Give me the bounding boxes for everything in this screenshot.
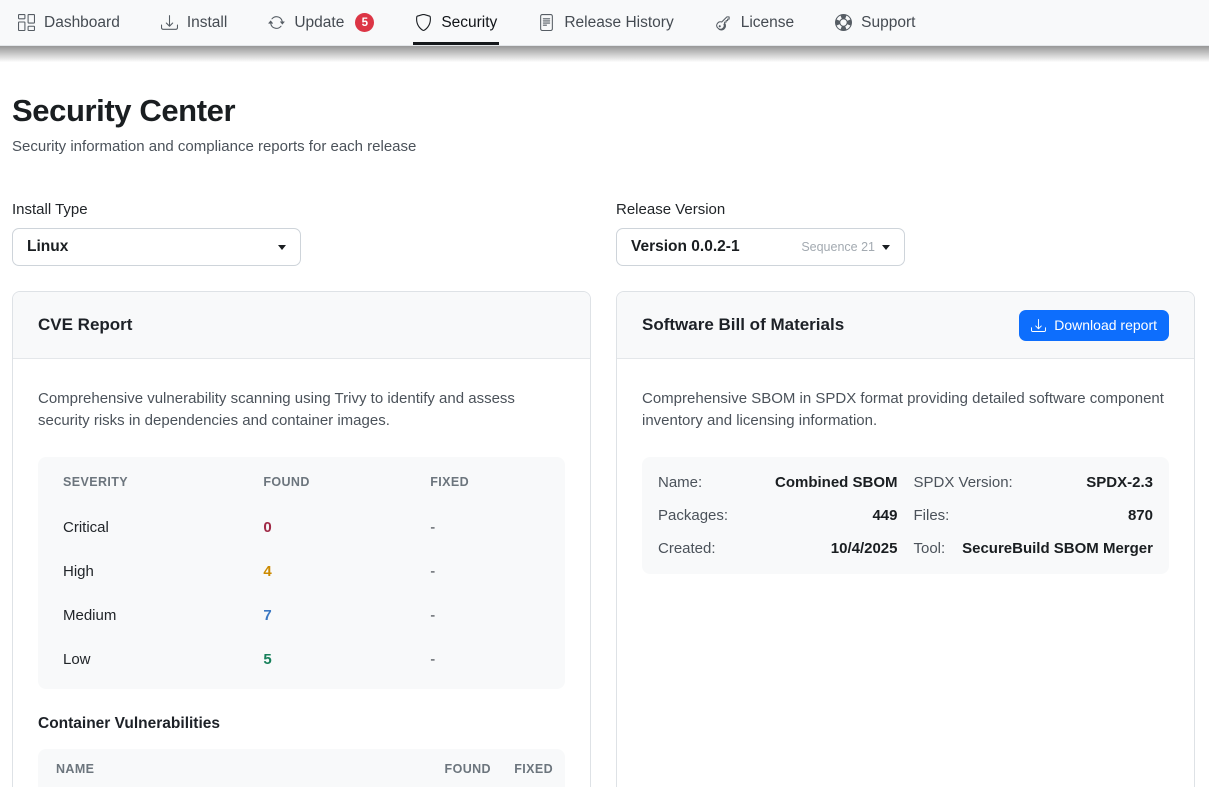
refresh-icon [268,14,285,31]
cve-report-card: CVE Report Comprehensive vulnerability s… [12,291,591,787]
severity-table: SEVERITY FOUND FIXED Critical 0 - High 4… [38,457,565,689]
grid-icon [18,14,35,31]
severity-table-header: SEVERITY FOUND FIXED [38,459,565,505]
nav-label: Security [441,14,497,32]
download-report-label: Download report [1054,317,1157,333]
chevron-down-icon [278,245,286,250]
sbom-field-tool: Tool: SecureBuild SBOM Merger [914,537,1154,560]
release-version-label: Release Version [616,201,1195,218]
install-type-label: Install Type [12,201,591,218]
nav-item-dashboard[interactable]: Dashboard [18,0,120,45]
cve-card-title: CVE Report [38,315,132,335]
key-icon [711,10,735,34]
filters-row: Install Type Linux Release Version Versi… [12,201,1195,266]
sbom-card: Software Bill of Materials Download repo… [616,291,1195,787]
install-type-value: Linux [27,238,68,256]
top-nav: Dashboard Install Update 5 Security Rele… [0,0,1209,46]
nav-label: Release History [564,14,673,32]
col-severity: SEVERITY [63,475,263,489]
col-fixed: FIXED [491,762,553,776]
document-icon [538,14,555,31]
sbom-field-name: Name: Combined SBOM [658,471,898,494]
page-title: Security Center [12,93,1195,129]
nav-item-install[interactable]: Install [161,0,228,45]
sbom-card-header: Software Bill of Materials Download repo… [617,292,1194,359]
sbom-description: Comprehensive SBOM in SPDX format provid… [642,388,1169,432]
sbom-field-packages: Packages: 449 [658,504,898,527]
main-content: Security Center Security information and… [0,93,1209,787]
sbom-info-grid: Name: Combined SBOM SPDX Version: SPDX-2… [642,457,1169,574]
sbom-card-title: Software Bill of Materials [642,315,844,335]
cards-row: CVE Report Comprehensive vulnerability s… [12,291,1195,787]
download-icon [1031,318,1046,333]
page-subtitle: Security information and compliance repo… [12,138,1195,155]
nav-label: Dashboard [44,14,120,32]
col-name: NAME [56,762,401,776]
cve-card-body: Comprehensive vulnerability scanning usi… [13,359,590,787]
life-preserver-icon [835,14,852,31]
download-report-button[interactable]: Download report [1019,310,1169,341]
table-row-high: High 4 - [38,549,565,593]
install-type-select[interactable]: Linux [12,228,301,266]
col-fixed: FIXED [430,475,540,489]
nav-label: License [741,14,794,32]
nav-item-support[interactable]: Support [835,0,915,45]
sequence-hint: Sequence 21 [801,240,875,254]
release-version-select[interactable]: Version 0.0.2-1 Sequence 21 [616,228,905,266]
shield-icon [415,14,432,31]
install-type-group: Install Type Linux [12,201,591,266]
cve-card-header: CVE Report [13,292,590,359]
cve-description: Comprehensive vulnerability scanning usi… [38,388,565,432]
sbom-field-created: Created: 10/4/2025 [658,537,898,560]
sbom-field-files: Files: 870 [914,504,1154,527]
active-tab-underline [413,42,499,45]
sbom-field-spdx-version: SPDX Version: SPDX-2.3 [914,471,1154,494]
container-vulns-title: Container Vulnerabilities [38,715,565,733]
nav-scroll-shadow [0,46,1209,62]
nav-label: Update [294,14,344,32]
nav-item-security[interactable]: Security [415,0,497,45]
col-found: FOUND [263,475,430,489]
table-row-medium: Medium 7 - [38,593,565,637]
nav-item-update[interactable]: Update 5 [268,0,374,45]
chevron-down-icon [882,245,890,250]
col-found: FOUND [401,762,491,776]
update-count-badge: 5 [355,13,374,32]
table-row-critical: Critical 0 - [38,505,565,549]
nav-item-release-history[interactable]: Release History [538,0,673,45]
download-icon [161,14,178,31]
table-row-low: Low 5 - [38,637,565,681]
release-version-group: Release Version Version 0.0.2-1 Sequence… [616,201,1195,266]
nav-label: Support [861,14,915,32]
nav-item-license[interactable]: License [715,0,794,45]
sbom-card-body: Comprehensive SBOM in SPDX format provid… [617,359,1194,603]
release-version-value: Version 0.0.2-1 [631,238,740,256]
container-vulns-table-header: NAME FOUND FIXED [38,749,565,787]
nav-label: Install [187,14,228,32]
